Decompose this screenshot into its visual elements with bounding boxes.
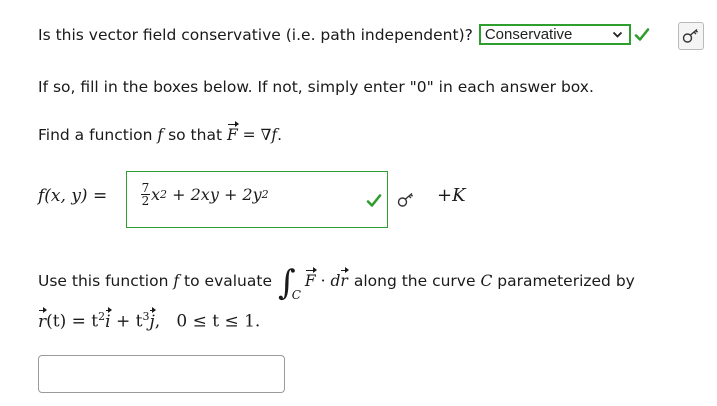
- question-text: Is this vector field conservative (i.e. …: [38, 25, 473, 44]
- find-function-row: Find a function f so that F = ∇f.: [38, 121, 283, 144]
- integral-answer-input[interactable]: [38, 355, 285, 393]
- key-icon[interactable]: [395, 189, 417, 211]
- key-icon[interactable]: [678, 22, 704, 50]
- question-row: Is this vector field conservative (i.e. …: [38, 25, 650, 44]
- chevron-down-icon: [612, 27, 623, 46]
- function-answer-input[interactable]: 7 2 x2 + 2xy + 2y 2: [126, 171, 388, 228]
- line-integral: ∫ C F · dr: [277, 263, 350, 303]
- instructions: If so, fill in the boxes below. If not, …: [38, 78, 594, 96]
- select-value: Conservative: [484, 26, 573, 43]
- use-function-row: Use this function f to evaluate ∫ C F · d…: [38, 263, 635, 303]
- plus-constant: +K: [437, 185, 466, 206]
- function-answer-expression: 7 2 x2 + 2xy + 2y 2: [141, 181, 269, 208]
- parameterization: r(t) = t2i + t3j, 0 ≤ t ≤ 1.: [38, 306, 261, 332]
- fraction: 7 2: [141, 181, 150, 208]
- conservative-select[interactable]: Conservative: [479, 25, 630, 46]
- check-icon: [634, 27, 650, 43]
- check-icon: [366, 193, 382, 209]
- function-label: f(x, y) =: [38, 186, 108, 206]
